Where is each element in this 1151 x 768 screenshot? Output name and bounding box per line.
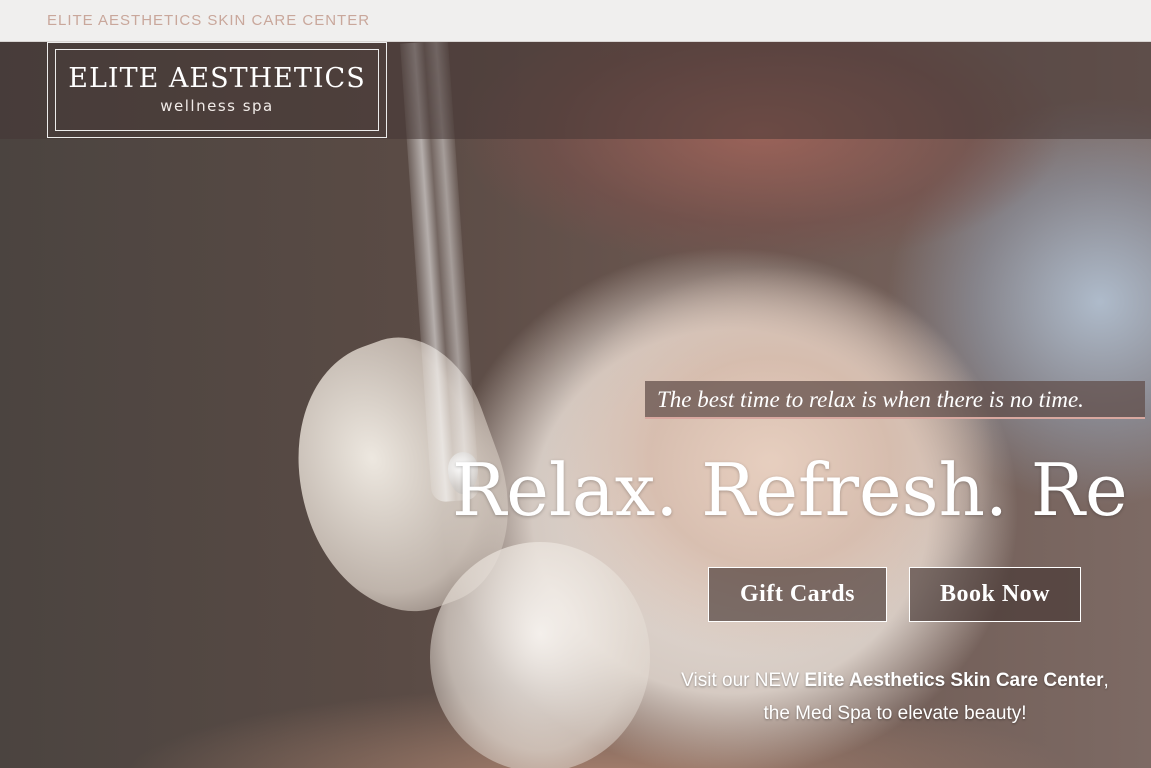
logo-title: ELITE AESTHETICS — [68, 63, 366, 94]
skin-care-center-link[interactable]: ELITE AESTHETICS SKIN CARE CENTER — [47, 12, 370, 29]
top-bar: ELITE AESTHETICS SKIN CARE CENTER — [0, 0, 1151, 42]
site-logo[interactable]: ELITE AESTHETICS wellness spa — [47, 42, 387, 138]
tagline-text: The best time to relax is when there is … — [657, 387, 1084, 412]
visit-prefix: Visit our NEW — [681, 670, 805, 691]
tagline-banner: The best time to relax is when there is … — [645, 381, 1145, 419]
hero-headline: Relax. Refresh. Re — [452, 448, 1128, 532]
visit-suffix: , — [1103, 670, 1109, 691]
visit-highlight: Elite Aesthetics Skin Care Center — [804, 670, 1104, 691]
book-now-button[interactable]: Book Now — [909, 567, 1081, 622]
gift-cards-button[interactable]: Gift Cards — [708, 567, 887, 622]
rose-petal-decoration — [430, 542, 650, 768]
visit-message-line1: Visit our NEW Elite Aesthetics Skin Care… — [600, 670, 1151, 692]
logo-subtitle: wellness spa — [160, 97, 274, 115]
visit-message-line2: the Med Spa to elevate beauty! — [763, 703, 1027, 724]
